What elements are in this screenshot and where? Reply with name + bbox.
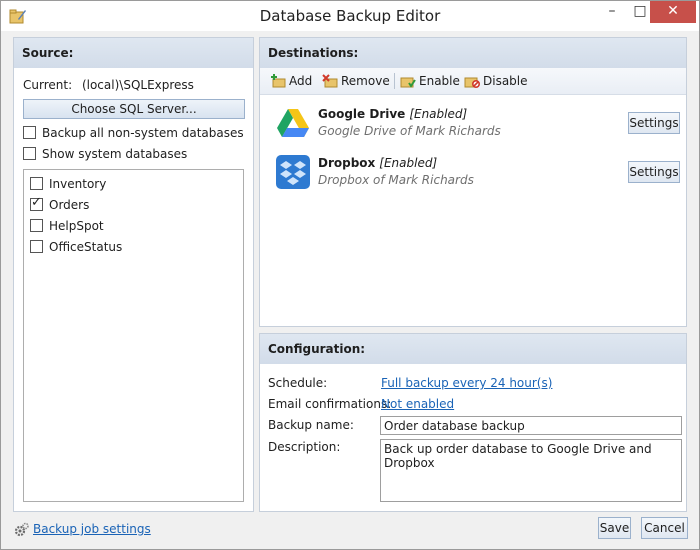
database-item[interactable]: OfficeStatus [30,239,122,255]
dropbox-icon [276,155,310,189]
database-item[interactable]: HelpSpot [30,218,104,234]
add-label: Add [289,74,313,88]
database-name: Inventory [49,177,107,191]
destination-name: Google Drive [318,107,406,121]
choose-sql-server-button[interactable]: Choose SQL Server... [23,99,245,119]
database-name: Orders [49,198,90,212]
backup-all-option[interactable]: Backup all non-system databases [23,125,244,141]
enable-button[interactable]: Enable [400,73,460,89]
backup-job-settings-link[interactable]: Backup job settings [33,522,151,536]
dropbox-settings-button[interactable]: Settings [628,161,680,183]
cancel-button[interactable]: Cancel [641,517,688,539]
disable-label: Disable [483,74,528,88]
source-header: Source: [14,38,253,68]
title-bar: Database Backup Editor – □ ✕ [1,1,699,31]
gear-icon [14,522,29,537]
close-button[interactable]: ✕ [650,1,696,23]
add-button[interactable]: Add [270,73,312,89]
remove-button[interactable]: Remove [322,73,390,89]
schedule-label: Schedule: [268,376,328,390]
save-button[interactable]: Save [598,517,631,539]
database-item[interactable]: Orders [30,195,90,213]
destination-status: [Enabled] [409,107,468,121]
database-checkbox[interactable] [30,219,43,232]
destinations-panel: Destinations: Add Remove Enable Disable … [259,37,687,327]
backup-all-checkbox[interactable] [23,126,36,139]
destinations-header: Destinations: [260,38,686,68]
enable-icon [400,77,416,88]
email-confirmations-link[interactable]: Not enabled [381,397,454,411]
description-textarea[interactable]: Back up order database to Google Drive a… [380,439,682,502]
current-value: (local)\SQLExpress [81,78,194,92]
source-panel: Source: Current: (local)\SQLExpress Choo… [13,37,254,512]
destination-description: Dropbox of Mark Richards [318,173,474,187]
destination-name: Dropbox [318,156,376,170]
backup-name-label: Backup name: [268,418,354,432]
current-label: Current: [23,78,73,92]
show-system-checkbox[interactable] [23,147,36,160]
database-item[interactable]: Inventory [30,176,106,192]
configuration-panel: Configuration: Schedule: Full backup eve… [259,333,687,512]
destination-description: Google Drive of Mark Richards [318,124,501,138]
description-label: Description: [268,440,341,454]
toolbar-divider [394,73,395,89]
schedule-link[interactable]: Full backup every 24 hour(s) [381,376,552,390]
database-list[interactable]: Inventory Orders HelpSpot OfficeStatus [23,169,244,502]
destinations-toolbar: Add Remove Enable Disable [260,68,686,95]
database-name: OfficeStatus [49,240,123,254]
email-confirmations-label: Email confirmations: [268,397,392,411]
backup-name-input[interactable]: Order database backup [380,416,682,435]
window-title: Database Backup Editor [259,7,441,25]
disable-button[interactable]: Disable [464,73,528,89]
remove-icon [322,74,338,88]
database-name: HelpSpot [49,219,104,233]
show-system-label: Show system databases [42,147,188,161]
remove-label: Remove [341,74,390,88]
backup-all-label: Backup all non-system databases [42,126,244,140]
google-drive-icon [277,109,309,137]
google-drive-settings-button[interactable]: Settings [628,112,680,134]
disable-icon [464,77,480,88]
database-backup-editor-window: Database Backup Editor – □ ✕ Source: Cur… [0,0,700,550]
add-icon [271,74,286,88]
show-system-option[interactable]: Show system databases [23,146,187,162]
database-checkbox[interactable] [30,195,43,211]
current-server: Current: (local)\SQLExpress [23,78,194,92]
configuration-header: Configuration: [260,334,686,364]
destination-status: [Enabled] [379,156,438,170]
enable-label: Enable [419,74,460,88]
database-checkbox[interactable] [30,240,43,253]
minimize-button[interactable]: – [598,1,626,23]
database-checkbox[interactable] [30,177,43,190]
